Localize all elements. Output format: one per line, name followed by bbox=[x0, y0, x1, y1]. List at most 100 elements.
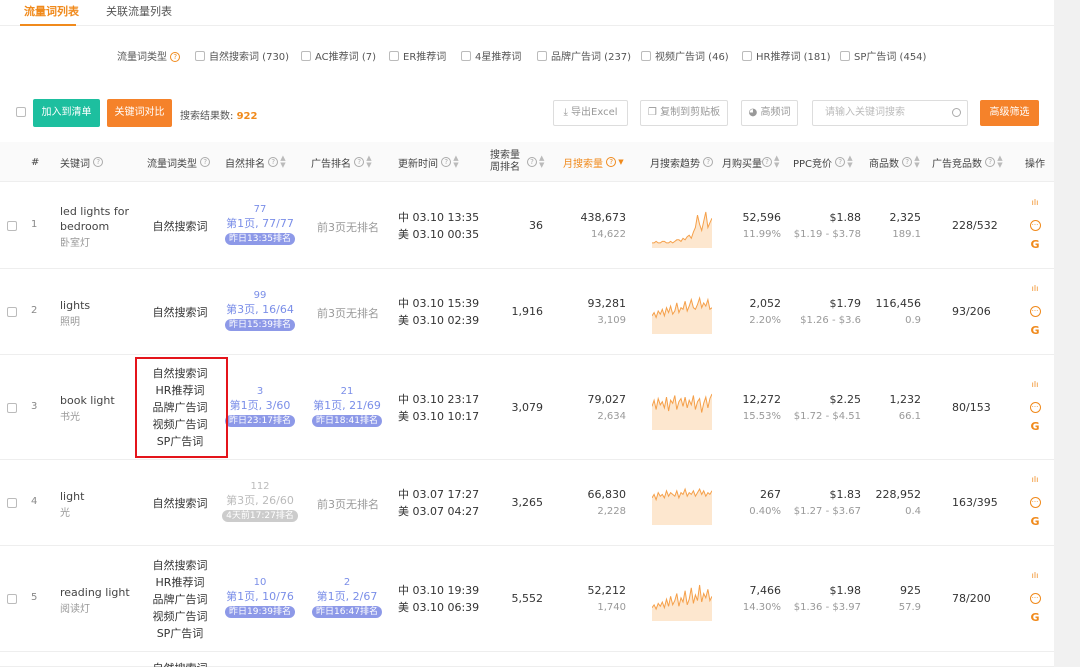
keyword-text[interactable]: lights bbox=[60, 298, 90, 313]
compare-keywords-button[interactable]: 关键词对比 bbox=[107, 99, 172, 127]
tab-keyword-list[interactable]: 流量词列表 bbox=[24, 3, 79, 19]
col-goods[interactable]: 商品数 ? ▲ ▼ bbox=[869, 142, 920, 182]
sort-icon[interactable]: ▲ ▼ bbox=[539, 155, 544, 169]
keyword-cell[interactable]: light 光 bbox=[60, 489, 84, 519]
trend-sparkline[interactable] bbox=[652, 204, 712, 248]
help-icon[interactable]: ? bbox=[527, 157, 537, 167]
trend-sparkline[interactable] bbox=[652, 290, 712, 334]
trend-sparkline[interactable] bbox=[652, 577, 712, 621]
more-icon[interactable]: ··· bbox=[1028, 304, 1042, 317]
help-icon[interactable]: ? bbox=[268, 157, 279, 167]
row-checkbox[interactable] bbox=[7, 402, 17, 413]
sort-icon[interactable]: ▲ ▼ bbox=[366, 155, 371, 169]
more-icon[interactable]: ··· bbox=[1028, 495, 1042, 508]
checkbox[interactable] bbox=[537, 51, 547, 61]
advanced-filter-button[interactable]: 高级筛选 bbox=[980, 100, 1039, 126]
keyword-text[interactable]: reading light bbox=[60, 585, 130, 600]
export-excel-button[interactable]: ⤓ 导出Excel bbox=[553, 100, 628, 126]
help-icon[interactable]: ? bbox=[200, 157, 211, 167]
keyword-cell[interactable]: lights 照明 bbox=[60, 298, 90, 328]
col-monthly-volume[interactable]: 月搜索量 ? ▼ bbox=[563, 142, 624, 182]
help-icon[interactable]: ? bbox=[835, 157, 846, 167]
checkbox[interactable] bbox=[461, 51, 471, 61]
select-all-checkbox[interactable] bbox=[16, 107, 26, 117]
filter-option[interactable]: SP广告词 (454) bbox=[840, 48, 926, 63]
add-to-list-button[interactable]: 加入到清单 bbox=[33, 99, 100, 127]
bar-chart-icon[interactable]: ılı bbox=[1028, 570, 1042, 582]
keyword-text[interactable]: light bbox=[60, 489, 84, 504]
keyword-search-input[interactable]: 请输入关键词搜索 bbox=[812, 100, 968, 126]
help-icon[interactable]: ? bbox=[441, 157, 452, 167]
help-icon[interactable]: ? bbox=[902, 157, 913, 167]
ad-rank[interactable]: 2 第1页, 2/67 昨日16:47排名 bbox=[302, 577, 392, 618]
google-icon[interactable]: G bbox=[1028, 325, 1042, 337]
more-icon[interactable]: ··· bbox=[1028, 591, 1042, 604]
trend-sparkline[interactable] bbox=[652, 481, 712, 525]
search-icon[interactable] bbox=[952, 108, 961, 117]
col-weekly-rank[interactable]: 搜索量周排名 bbox=[490, 142, 526, 182]
sort-icon[interactable]: ▲ ▼ bbox=[997, 155, 1002, 169]
checkbox[interactable] bbox=[389, 51, 399, 61]
natural-rank[interactable]: 99 第3页, 16/64 昨日15:39排名 bbox=[215, 290, 305, 331]
google-icon[interactable]: G bbox=[1028, 516, 1042, 528]
bar-chart-icon[interactable]: ılı bbox=[1028, 379, 1042, 391]
high-freq-button[interactable]: ◕ 高频词 bbox=[741, 100, 798, 126]
help-icon[interactable]: ? bbox=[354, 157, 365, 167]
row-checkbox[interactable] bbox=[7, 498, 17, 508]
col-updated[interactable]: 更新时间 ? ▲ ▼ bbox=[398, 142, 459, 182]
keyword-text[interactable]: book light bbox=[60, 393, 115, 408]
natural-rank[interactable]: 77 第1页, 77/77 昨日13:35排名 bbox=[215, 204, 305, 245]
filter-option[interactable]: AC推荐词 (7) bbox=[301, 48, 376, 63]
help-icon[interactable]: ? bbox=[606, 157, 617, 167]
filter-option[interactable]: HR推荐词 (181) bbox=[742, 48, 831, 63]
google-icon[interactable]: G bbox=[1028, 612, 1042, 624]
trend-sparkline[interactable] bbox=[652, 386, 712, 430]
more-icon[interactable]: ··· bbox=[1028, 218, 1042, 231]
help-icon[interactable]: ? bbox=[985, 157, 996, 167]
natural-rank[interactable]: 112 第3页, 26/60 4天前17:27排名 bbox=[215, 481, 305, 522]
sort-icon[interactable]: ▲ ▼ bbox=[280, 155, 285, 169]
bar-chart-icon[interactable]: ılı bbox=[1028, 283, 1042, 295]
checkbox[interactable] bbox=[195, 51, 205, 61]
col-weekly-help[interactable]: ? ▲ ▼ bbox=[527, 142, 544, 182]
row-checkbox[interactable] bbox=[7, 594, 17, 604]
help-icon[interactable]: ? bbox=[762, 157, 772, 167]
checkbox[interactable] bbox=[840, 51, 850, 61]
help-icon[interactable]: ? bbox=[170, 52, 181, 62]
col-ad-competitors[interactable]: 广告竞品数 ? ▲ ▼ bbox=[932, 142, 1003, 182]
filter-option[interactable]: 4星推荐词 bbox=[461, 48, 521, 63]
col-ad-rank[interactable]: 广告排名 ? ▲ ▼ bbox=[311, 142, 372, 182]
keyword-cell[interactable]: led lights for bedroom 卧室灯 bbox=[60, 204, 129, 249]
keyword-cell[interactable]: reading light 阅读灯 bbox=[60, 585, 130, 615]
filter-option[interactable]: 视频广告词 (46) bbox=[641, 48, 729, 63]
keyword-cell[interactable]: book light 书光 bbox=[60, 393, 115, 423]
natural-rank[interactable]: 3 第1页, 3/60 昨日23:17排名 bbox=[215, 386, 305, 427]
sort-icon[interactable]: ▲ ▼ bbox=[774, 155, 779, 169]
col-natural-rank[interactable]: 自然排名 ? ▲ ▼ bbox=[225, 142, 286, 182]
sort-desc-icon[interactable]: ▼ bbox=[618, 158, 623, 166]
keyword-text-cont[interactable]: bedroom bbox=[60, 219, 129, 234]
row-checkbox[interactable] bbox=[7, 307, 17, 317]
col-monthly-purchase[interactable]: 月购买量? ▲ ▼ bbox=[722, 142, 779, 182]
bar-chart-icon[interactable]: ılı bbox=[1028, 197, 1042, 209]
checkbox[interactable] bbox=[641, 51, 651, 61]
col-trend[interactable]: 月搜索趋势 ? bbox=[650, 142, 714, 182]
checkbox[interactable] bbox=[301, 51, 311, 61]
filter-option[interactable]: 品牌广告词 (237) bbox=[537, 48, 631, 63]
checkbox[interactable] bbox=[742, 51, 752, 61]
help-icon[interactable]: ? bbox=[93, 157, 104, 167]
filter-option[interactable]: 自然搜索词 (730) bbox=[195, 48, 289, 63]
copy-clipboard-button[interactable]: ❐ 复制到剪贴板 bbox=[640, 100, 728, 126]
sort-icon[interactable]: ▲ ▼ bbox=[914, 155, 919, 169]
filter-option[interactable]: ER推荐词 bbox=[389, 48, 446, 63]
sort-icon[interactable]: ▲ ▼ bbox=[453, 155, 458, 169]
col-keyword[interactable]: 关键词 ? bbox=[60, 142, 104, 182]
natural-rank[interactable]: 10 第1页, 10/76 昨日19:39排名 bbox=[215, 577, 305, 618]
col-type[interactable]: 流量词类型 ? bbox=[147, 142, 211, 182]
col-ppc[interactable]: PPC竞价 ? ▲ ▼ bbox=[793, 142, 853, 182]
google-icon[interactable]: G bbox=[1028, 239, 1042, 251]
tab-related-list[interactable]: 关联流量列表 bbox=[106, 3, 172, 19]
google-icon[interactable]: G bbox=[1028, 420, 1042, 433]
bar-chart-icon[interactable]: ılı bbox=[1028, 474, 1042, 486]
more-icon[interactable]: ··· bbox=[1028, 400, 1042, 413]
